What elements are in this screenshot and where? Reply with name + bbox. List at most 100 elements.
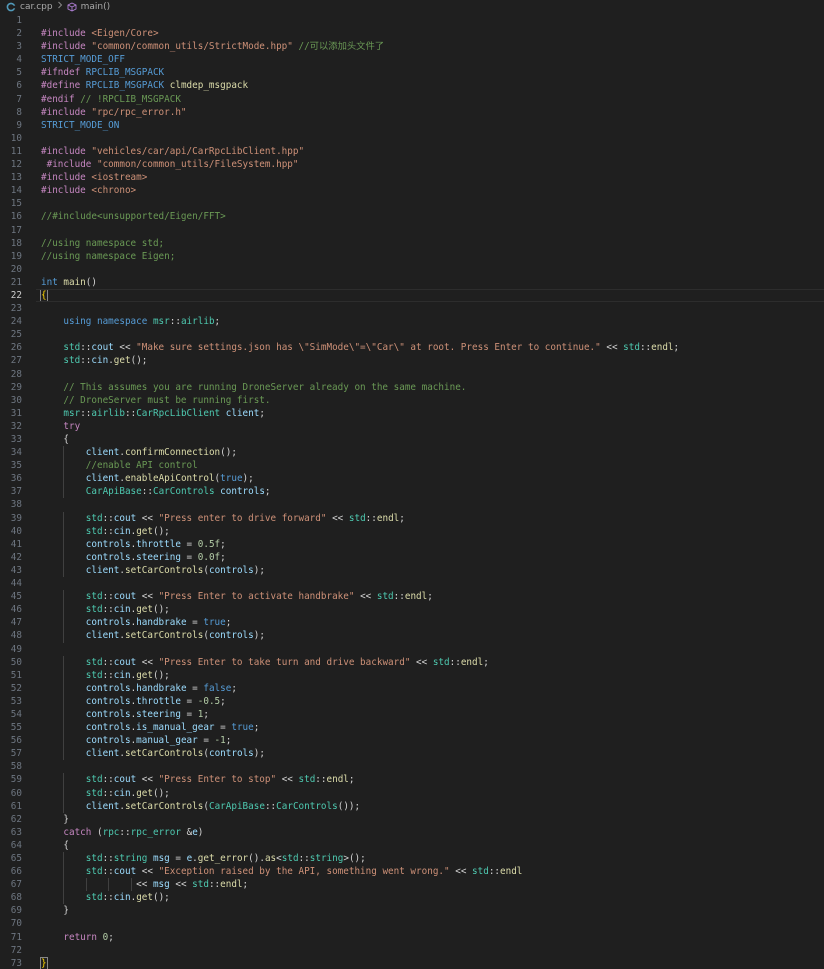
code-line[interactable]: 22 { [0, 288, 824, 303]
code-line[interactable]: 47 controls.handbrake = true; [0, 616, 824, 630]
line-number: 25 [10, 329, 22, 341]
code-line[interactable]: 35 //enable API control [0, 459, 824, 473]
code-line[interactable]: 56 controls.manual_gear = -1; [0, 734, 824, 748]
code-line[interactable]: 70 [0, 917, 824, 930]
code-line[interactable]: 28 [0, 368, 824, 381]
code-token: std [63, 342, 81, 354]
breadcrumb-symbol[interactable]: main() [81, 2, 111, 12]
code-line[interactable]: 5 #ifndef RPCLIB_MSGPACK [0, 66, 824, 79]
code-line[interactable]: 45 std::cout << "Press Enter to activate… [0, 590, 824, 604]
code-line[interactable]: 58 [0, 760, 824, 773]
code-line[interactable]: 53 controls.throttle = -0.5; [0, 694, 824, 708]
code-line[interactable]: 34 client.confirmConnection(); [0, 446, 824, 460]
code-token: ; [242, 879, 249, 891]
code-line[interactable]: 72 [0, 944, 824, 957]
code-line[interactable]: 57 client.setCarControls(controls); [0, 747, 824, 761]
code-line[interactable]: 4 STRICT_MODE_OFF [0, 53, 824, 66]
code-line[interactable]: 66 std::cout << "Exception raised by the… [0, 865, 824, 879]
code-line[interactable]: 2 #include <Eigen/Core> [0, 27, 824, 40]
code-line[interactable]: 40 std::cin.get(); [0, 524, 824, 538]
code-line[interactable]: 49 [0, 643, 824, 656]
code-line[interactable]: 12 #include "common/common_utils/FileSys… [0, 158, 824, 171]
code-line[interactable]: 59 std::cout << "Press Enter to stop" <<… [0, 773, 824, 787]
code-line[interactable]: 64 { [0, 839, 824, 852]
code-line[interactable]: 36 client.enableApiControl(true); [0, 472, 824, 486]
line-text: #include <iostream> [41, 171, 147, 184]
code-line[interactable]: 14 #include <chrono> [0, 184, 824, 197]
code-line[interactable]: 68 std::cin.get(); [0, 891, 824, 905]
code-line[interactable]: 73} [0, 956, 824, 969]
code-token: #include [41, 41, 92, 53]
code-token: cout [113, 866, 137, 878]
code-line[interactable]: 9 STRICT_MODE_ON [0, 119, 824, 132]
code-line[interactable]: 54 controls.steering = 1; [0, 707, 824, 722]
code-line[interactable]: 21 int main() [0, 276, 824, 289]
code-line[interactable]: 20 [0, 263, 824, 276]
code-line[interactable]: 67 << msg << std::endl; [0, 878, 824, 892]
code-line[interactable]: 52 controls.handbrake = false; [0, 681, 824, 695]
code-editor[interactable]: car.cpp main() 1 2 #include <Eigen/Core> 3 #… [0, 0, 824, 969]
code-line[interactable]: 51 std::cin.get(); [0, 668, 824, 682]
code-token: std [85, 892, 103, 904]
breadcrumb-file[interactable]: car.cpp [20, 2, 53, 12]
code-line[interactable]: 43 client.setCarControls(controls); [0, 563, 824, 578]
line-text: { [41, 839, 69, 852]
code-line[interactable]: 10 [0, 132, 824, 145]
code-line[interactable]: 42 controls.steering = 0.0f; [0, 550, 824, 564]
code-line[interactable]: 19 //using namespace Eigen; [0, 250, 824, 263]
code-line[interactable]: 15 [0, 197, 824, 210]
code-line[interactable]: 25 [0, 328, 824, 341]
code-token: (); [130, 355, 148, 367]
code-line[interactable]: 69 } [0, 904, 824, 917]
code-line[interactable]: 71 return 0; [0, 931, 824, 944]
code-line[interactable]: 63 catch (rpc::rpc_error &e) [0, 826, 824, 839]
code-token: #ifndef [41, 67, 86, 79]
code-line[interactable]: 13 #include <iostream> [0, 171, 824, 184]
code-line[interactable]: 23 [0, 302, 824, 315]
code-line[interactable]: 41 controls.throttle = 0.5f; [0, 537, 824, 551]
code-line[interactable]: 18 //using namespace std; [0, 237, 824, 250]
code-line[interactable]: 31 msr::airlib::CarRpcLibClient client; [0, 407, 824, 420]
code-token: ; [220, 695, 226, 707]
code-token: cout [113, 656, 137, 668]
code-line[interactable]: 11 #include "vehicles/car/api/CarRpcLibCl… [0, 145, 824, 158]
code-token: ; [214, 316, 221, 328]
code-line[interactable]: 8 #include "rpc/rpc_error.h" [0, 106, 824, 119]
code-line[interactable]: 17 [0, 224, 824, 237]
code-line[interactable]: 60 std::cin.get(); [0, 786, 824, 800]
code-line[interactable]: 26 std::cout << "Make sure settings.json… [0, 341, 824, 354]
code-line[interactable]: 27 std::cin.get(); [0, 354, 824, 367]
code-line[interactable]: 30 // DroneServer must be running first. [0, 394, 824, 407]
code-line[interactable]: 29 // This assumes you are running Drone… [0, 381, 824, 394]
code-line[interactable]: 37 CarApiBase::CarControls controls; [0, 485, 824, 499]
code-line[interactable]: 1 [0, 14, 824, 27]
code-token: client [85, 630, 120, 642]
code-line[interactable]: 61 client.setCarControls(CarApiBase::Car… [0, 799, 824, 813]
code-token: is_manual_gear [136, 722, 215, 734]
code-line[interactable]: 39 std::cout << "Press enter to drive fo… [0, 511, 824, 525]
code-line[interactable]: 7 #endif // !RPCLIB_MSGPACK [0, 93, 824, 106]
code-line[interactable]: 16 //#include<unsupported/Eigen/FFT> [0, 210, 824, 223]
code-line[interactable]: 38 [0, 498, 824, 511]
code-token: setCarControls [124, 630, 204, 642]
code-line[interactable]: 6 #define RPCLIB_MSGPACK clmdep_msgpack [0, 79, 824, 92]
line-number: 67 [10, 879, 22, 891]
code-area[interactable]: 1 2 #include <Eigen/Core> 3 #include "common… [0, 14, 824, 969]
code-line[interactable]: 24 using namespace msr::airlib; [0, 315, 824, 328]
code-line[interactable]: 3 #include "common/common_utils/StrictMod… [0, 40, 824, 53]
code-line[interactable]: 46 std::cin.get(); [0, 603, 824, 617]
code-token: ; [225, 735, 232, 747]
code-line[interactable]: 65 std::string msg = e.get_error().as<st… [0, 852, 824, 866]
code-line[interactable]: 50 std::cout << "Press Enter to take tur… [0, 655, 824, 669]
code-token: = [214, 722, 232, 734]
code-line[interactable]: 32 try [0, 420, 824, 433]
code-line[interactable]: 62 } [0, 813, 824, 826]
line-number: 69 [10, 905, 22, 917]
code-line[interactable]: 44 [0, 577, 824, 590]
code-line[interactable]: 55 controls.is_manual_gear = true; [0, 721, 824, 735]
code-line[interactable]: 48 client.setCarControls(controls); [0, 629, 824, 643]
code-line[interactable]: 33 { [0, 433, 824, 446]
